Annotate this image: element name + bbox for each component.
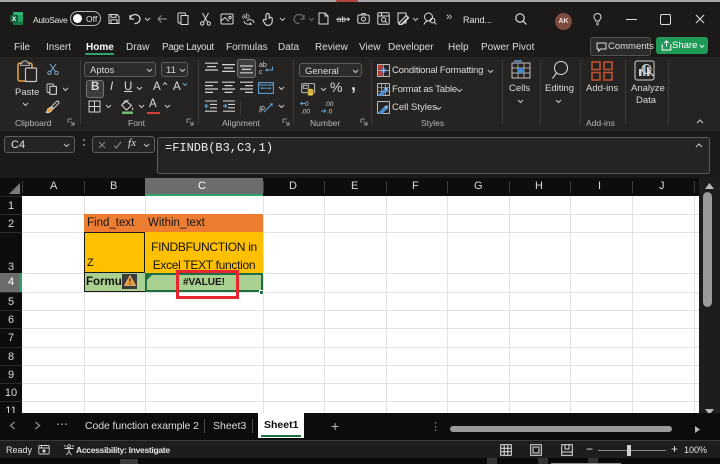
svg-text:.00: .00 bbox=[301, 109, 310, 116]
svg-text:0: 0 bbox=[305, 101, 309, 108]
svg-text:.0: .0 bbox=[327, 109, 333, 116]
svg-text:ab: ab bbox=[259, 104, 267, 114]
svg-text:ab: ab bbox=[259, 62, 267, 69]
svg-text:c: c bbox=[259, 69, 263, 76]
svg-text:X: X bbox=[12, 16, 17, 23]
svg-text:.00: .00 bbox=[325, 101, 334, 108]
